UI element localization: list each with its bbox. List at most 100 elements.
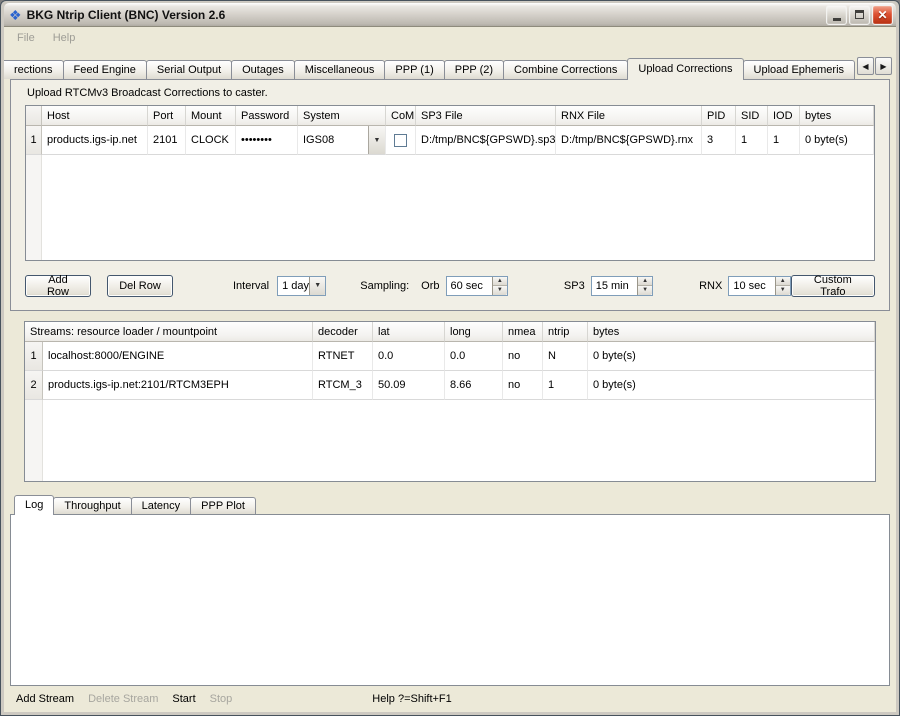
spin-down-icon[interactable]: ▼ [776,286,790,295]
window-title: BKG Ntrip Client (BNC) Version 2.6 [27,8,826,22]
maximize-button[interactable] [849,5,870,25]
com-checkbox[interactable] [394,134,407,147]
chevron-down-icon[interactable]: ▼ [368,126,385,154]
header-host: Host [42,106,148,126]
orb-sampling-value: 60 sec [447,277,492,295]
stream-row[interactable]: 1 localhost:8000/ENGINE RTNET 0.0 0.0 no… [25,342,875,371]
bytes-cell: 0 byte(s) [588,371,875,400]
sp3-sampling-spinner[interactable]: 15 min ▲▼ [591,276,653,296]
tab-ppp-2[interactable]: PPP (2) [444,60,504,79]
spin-down-icon[interactable]: ▼ [493,286,507,295]
tab-upload-ephemeris[interactable]: Upload Ephemeris [743,60,856,79]
pid-cell[interactable]: 3 [702,126,736,155]
sp3-file-cell[interactable]: D:/tmp/BNC${GPSWD}.sp3 [416,126,556,155]
tab-ppp-plot[interactable]: PPP Plot [190,497,256,514]
header-password: Password [236,106,298,126]
header-port: Port [148,106,186,126]
nmea-cell: no [503,342,543,371]
menu-help[interactable]: Help [44,27,85,49]
status-bar: Add Stream Delete Stream Start Stop Help… [8,686,892,712]
header-streams-mountpoint: Streams: resource loader / mountpoint [25,322,313,342]
tab-scroll-left-button[interactable]: ◀ [857,57,874,75]
row-header-gutter [26,155,42,260]
pane-caption: Upload RTCMv3 Broadcast Corrections to c… [11,80,889,103]
stop-action[interactable]: Stop [210,693,233,705]
del-row-button[interactable]: Del Row [107,275,173,297]
start-action[interactable]: Start [172,693,195,705]
header-nmea: nmea [503,322,543,342]
tab-combine-corrections[interactable]: Combine Corrections [503,60,628,79]
port-cell[interactable]: 2101 [148,126,186,155]
menu-file[interactable]: File [8,27,44,49]
mountpoint-cell: products.igs-ip.net:2101/RTCM3EPH [43,371,313,400]
title-bar[interactable]: ❖ BKG Ntrip Client (BNC) Version 2.6 ✕ [4,3,896,27]
bytes-cell: 0 byte(s) [800,126,874,155]
close-button[interactable]: ✕ [872,5,893,25]
rnx-sampling-spinner[interactable]: 10 sec ▲▼ [728,276,790,296]
tab-ppp-1[interactable]: PPP (1) [384,60,444,79]
mount-cell[interactable]: CLOCK [186,126,236,155]
tab-bar: rections Feed Engine Serial Output Outag… [8,57,892,79]
delete-stream-action[interactable]: Delete Stream [88,693,158,705]
spin-up-icon[interactable]: ▲ [776,277,790,287]
app-window: ❖ BKG Ntrip Client (BNC) Version 2.6 ✕ F… [0,0,900,716]
header-stream-bytes: bytes [588,322,875,342]
tab-serial-output[interactable]: Serial Output [146,60,232,79]
minimize-button[interactable] [826,5,847,25]
long-cell: 0.0 [445,342,503,371]
interval-select[interactable]: 1 day ▼ [277,276,326,296]
tab-log[interactable]: Log [14,495,54,515]
sp3-label: SP3 [564,280,585,292]
header-pid: PID [702,106,736,126]
log-output-area[interactable] [10,514,890,686]
streams-table-header: Streams: resource loader / mountpoint de… [25,322,875,342]
header-sp3-file: SP3 File [416,106,556,126]
stream-row[interactable]: 2 products.igs-ip.net:2101/RTCM3EPH RTCM… [25,371,875,400]
password-cell[interactable]: •••••••• [236,126,298,155]
streams-table-empty-area [25,400,875,481]
tab-throughput[interactable]: Throughput [53,497,131,514]
tab-latency[interactable]: Latency [131,497,192,514]
tab-broadcast-corrections[interactable]: rections [4,60,64,79]
chevron-down-icon[interactable]: ▼ [309,277,325,295]
maximize-icon [855,10,864,19]
interval-label: Interval [233,280,269,292]
header-bytes: bytes [800,106,874,126]
tab-feed-engine[interactable]: Feed Engine [63,60,147,79]
header-lat: lat [373,322,445,342]
spin-up-icon[interactable]: ▲ [493,277,507,287]
host-cell[interactable]: products.igs-ip.net [42,126,148,155]
add-row-button[interactable]: Add Row [25,275,91,297]
row-header-gutter [25,400,43,481]
ntrip-cell: N [543,342,588,371]
system-select[interactable]: IGS08 ▼ [298,126,385,154]
bytes-cell: 0 byte(s) [588,342,875,371]
help-hint: Help ?=Shift+F1 [372,693,452,705]
spin-down-icon[interactable]: ▼ [638,286,652,295]
orb-sampling-spinner[interactable]: 60 sec ▲▼ [446,276,508,296]
rnx-file-cell[interactable]: D:/tmp/BNC${GPSWD}.rnx [556,126,702,155]
arrow-right-icon: ▶ [880,62,886,71]
header-mount: Mount [186,106,236,126]
custom-trafo-button[interactable]: Custom Trafo [791,275,875,297]
sid-cell[interactable]: 1 [736,126,768,155]
log-panel: Log Throughput Latency PPP Plot [10,494,890,686]
iod-cell[interactable]: 1 [768,126,800,155]
tab-upload-corrections[interactable]: Upload Corrections [627,58,743,80]
log-tab-bar: Log Throughput Latency PPP Plot [10,494,890,514]
rnx-sampling-value: 10 sec [729,277,774,295]
close-icon: ✕ [877,9,887,21]
tab-outages[interactable]: Outages [231,60,295,79]
upload-controls: Add Row Del Row Interval 1 day ▼ Samplin… [11,261,889,310]
spin-up-icon[interactable]: ▲ [638,277,652,287]
tab-scroll-right-button[interactable]: ▶ [875,57,892,75]
sp3-sampling-value: 15 min [592,277,637,295]
minimize-icon [833,18,841,21]
app-icon: ❖ [9,8,22,22]
client-area: File Help rections Feed Engine Serial Ou… [4,27,896,712]
row-number: 2 [25,371,43,400]
system-cell: IGS08 ▼ [298,126,386,155]
tab-miscellaneous[interactable]: Miscellaneous [294,60,386,79]
add-stream-action[interactable]: Add Stream [16,693,74,705]
sampling-label: Sampling: [360,280,409,292]
